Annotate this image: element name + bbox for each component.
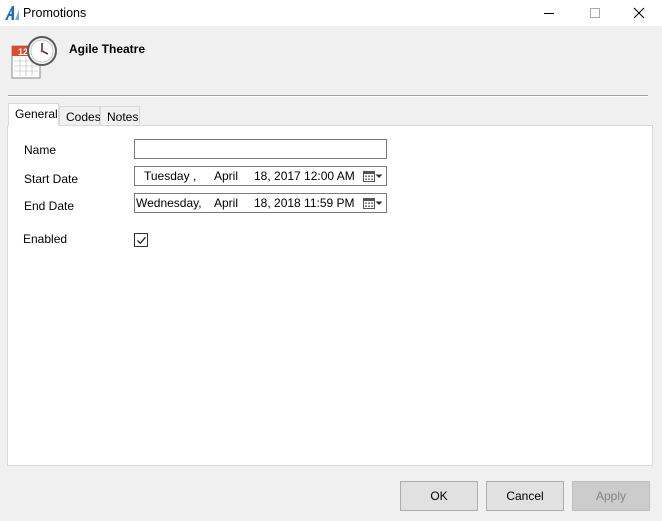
calendar-icon: [363, 171, 375, 182]
name-field[interactable]: [134, 139, 387, 159]
end-day-year-time[interactable]: 18, 2018 11:59 PM: [254, 196, 355, 210]
end-date-picker[interactable]: Wednesday, April 18, 2018 11:59 PM: [134, 193, 387, 213]
chevron-down-icon: [375, 201, 383, 205]
apply-button[interactable]: Apply: [572, 481, 650, 511]
end-weekday[interactable]: Wednesday,: [136, 196, 202, 210]
end-calendar-dropdown[interactable]: [363, 196, 383, 210]
start-month[interactable]: April: [214, 169, 238, 183]
calendar-clock-icon: 12: [11, 36, 57, 79]
cancel-button[interactable]: Cancel: [486, 481, 564, 511]
tab-label: General: [15, 107, 58, 121]
end-month[interactable]: April: [214, 196, 238, 210]
app-logo-icon: [5, 6, 19, 20]
calendar-day-number: 12: [18, 47, 28, 57]
window-title: Promotions: [23, 6, 87, 20]
tab-notes[interactable]: Notes: [100, 106, 140, 126]
title-bar: Promotions: [0, 0, 662, 26]
close-button[interactable]: [616, 0, 662, 26]
tab-label: Notes: [107, 110, 139, 124]
close-icon: [633, 7, 645, 19]
page-title: Agile Theatre: [69, 42, 146, 56]
start-date-picker[interactable]: Tuesday , April 18, 2017 12:00 AM: [134, 166, 387, 186]
start-weekday-separator: ,: [193, 169, 197, 183]
header-divider: [8, 95, 648, 97]
tab-general[interactable]: General: [8, 103, 59, 126]
maximize-button[interactable]: [572, 0, 618, 26]
ok-button[interactable]: OK: [400, 481, 478, 511]
maximize-icon: [590, 8, 600, 18]
minimize-icon: [544, 13, 554, 14]
tab-codes[interactable]: Codes: [59, 106, 101, 126]
start-weekday[interactable]: Tuesday: [144, 169, 190, 183]
calendar-icon: [363, 198, 375, 209]
checkmark-icon: [136, 236, 146, 244]
minimize-button[interactable]: [526, 0, 572, 26]
tab-label: Codes: [66, 110, 101, 124]
start-calendar-dropdown[interactable]: [363, 169, 383, 183]
start-day-year-time[interactable]: 18, 2017 12:00 AM: [254, 169, 355, 183]
chevron-down-icon: [375, 174, 383, 178]
enabled-checkbox[interactable]: [134, 233, 148, 247]
